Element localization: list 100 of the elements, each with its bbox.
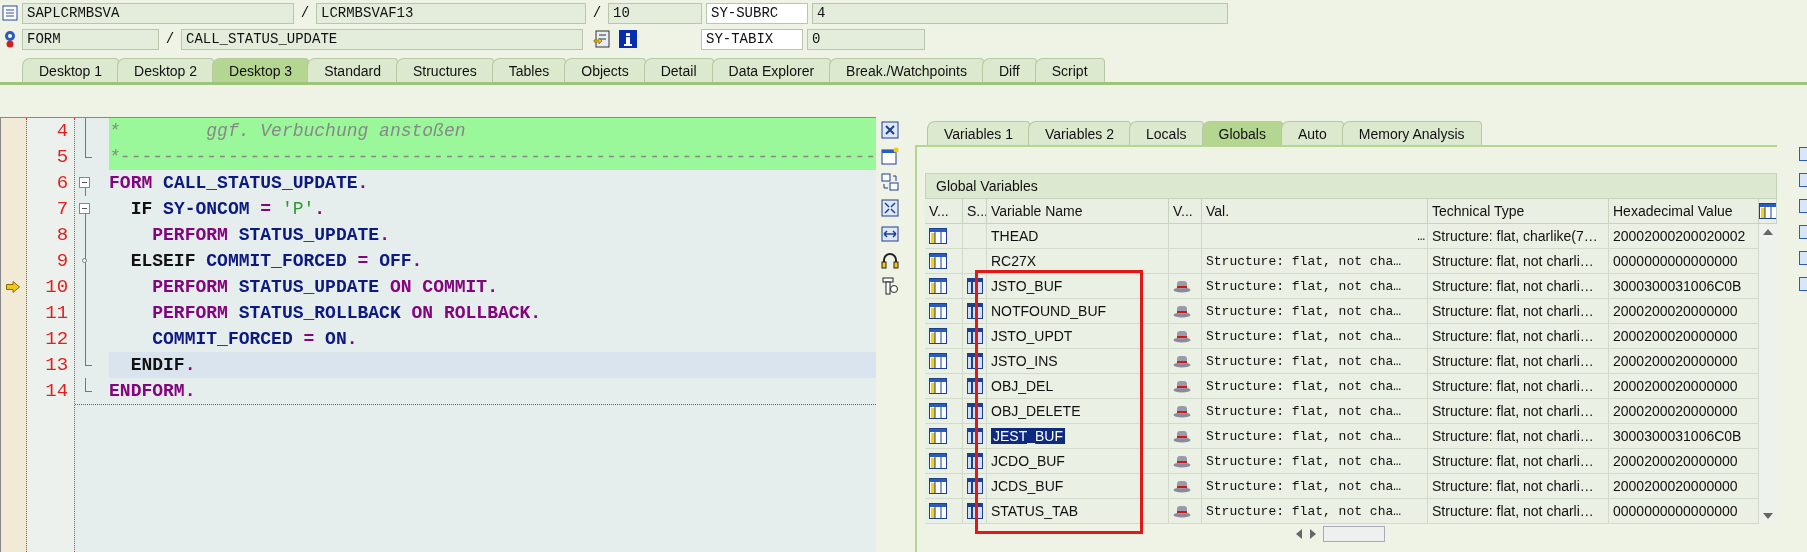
table-cell: Structure: flat, not charli… [1428, 324, 1609, 349]
variable-name[interactable]: JEST_BUF [991, 428, 1065, 444]
line-number: 12 [44, 327, 70, 352]
scroll-down-icon[interactable] [1762, 512, 1774, 520]
line-number: 10 [44, 275, 70, 300]
table-icon [929, 353, 947, 369]
table-icon [929, 228, 947, 244]
tab[interactable]: Auto [1280, 121, 1344, 145]
code-line: COMMIT_FORCED = ON. [151, 328, 359, 351]
tab[interactable]: Detail [643, 58, 714, 82]
toolbar-icon[interactable] [1799, 147, 1807, 161]
table-cell: 2000200020000000 [1609, 324, 1759, 349]
line-number: 11 [44, 301, 70, 326]
scroll-up-icon[interactable] [1762, 228, 1774, 236]
close-icon[interactable] [880, 121, 899, 139]
line-field: 10 [608, 2, 702, 24]
code-line: FORM CALL_STATUS_UPDATE. [109, 172, 370, 195]
headset-icon[interactable] [880, 251, 899, 269]
column-header[interactable]: Hexadecimal Value [1609, 199, 1759, 224]
vertical-scrollbar[interactable] [1759, 224, 1777, 524]
new-window-icon[interactable] [880, 147, 899, 165]
table-cell: Structure: flat, not cha… [1202, 449, 1428, 474]
variable-name[interactable]: THEAD [991, 228, 1039, 244]
program-icon [2, 5, 18, 21]
system-field-value: 4 [812, 2, 1228, 24]
table-icon [929, 278, 947, 294]
table-cell: Structure: flat, not charli… [1428, 474, 1609, 499]
system-field-value: 0 [807, 28, 925, 50]
tab[interactable]: Variables 1 [927, 121, 1030, 145]
line-number: 8 [55, 223, 70, 248]
column-header[interactable]: Val. [1202, 199, 1428, 224]
column-header[interactable]: V... [1169, 199, 1202, 224]
tab[interactable]: Diff [982, 58, 1037, 82]
table-icon [929, 403, 947, 419]
program-field: SAPLCRMBSVA [22, 2, 294, 24]
table-icon [929, 253, 947, 269]
variable-name[interactable]: RC27X [991, 253, 1037, 269]
tab[interactable]: Structures [395, 58, 494, 82]
tab[interactable]: Variables 2 [1028, 121, 1132, 145]
toolbar-icon[interactable] [1799, 173, 1807, 187]
table-icon [929, 503, 947, 519]
width-icon[interactable] [880, 225, 899, 243]
swap-icon[interactable] [880, 173, 899, 191]
fit-icon[interactable] [880, 199, 899, 217]
tool-icon[interactable] [880, 277, 899, 295]
tab[interactable]: Data Explorer [711, 58, 832, 82]
table-icon [929, 303, 947, 319]
info-icon[interactable] [619, 30, 637, 48]
code-line: IF SY-ONCOM = 'P'. [129, 198, 327, 221]
column-header[interactable]: Technical Type [1428, 199, 1609, 224]
table-cell: Structure: flat, not cha… [1202, 424, 1428, 449]
fold-toggle[interactable] [79, 177, 91, 188]
tab[interactable]: Objects [564, 58, 646, 82]
fold-toggle[interactable] [79, 203, 91, 214]
table-cell: Structure: flat, not cha… [1202, 499, 1428, 524]
scrollbar-thumb[interactable] [1323, 526, 1385, 542]
table-cell: 2000200020000000 [1609, 449, 1759, 474]
column-header[interactable]: S... [963, 199, 987, 224]
line-number: 7 [55, 197, 70, 222]
column-header[interactable]: V... [925, 199, 963, 224]
table-cell: Structure: flat, not charli… [1428, 449, 1609, 474]
table-icon [929, 428, 947, 444]
tab[interactable]: Break./Watchpoints [829, 58, 984, 82]
tab[interactable]: Desktop 1 [22, 58, 120, 82]
toolbar-icon[interactable] [1799, 225, 1807, 239]
table-cell: 3000300031006C0B [1609, 424, 1759, 449]
tab[interactable]: Desktop 3 [212, 58, 310, 82]
tab[interactable]: Standard [307, 58, 398, 82]
table-cell: 2000200020000000 [1609, 399, 1759, 424]
tab[interactable]: Desktop 2 [117, 58, 215, 82]
tab[interactable]: Script [1034, 58, 1105, 82]
table-title: Global Variables [925, 173, 1777, 199]
tab[interactable]: Globals [1201, 121, 1283, 145]
table-cell: 2000200020000000 [1609, 474, 1759, 499]
tab[interactable]: Tables [491, 58, 567, 82]
scroll-left-icon[interactable] [1295, 528, 1303, 540]
tab[interactable]: Locals [1129, 121, 1204, 145]
code-line: ELSEIF COMMIT_FORCED = OFF. [129, 250, 424, 273]
line-number: 4 [55, 119, 70, 144]
separator: / [164, 31, 176, 47]
column-header[interactable]: Variable Name [987, 199, 1169, 224]
code-comment: * ggf. Verbuchung anstoßen [109, 118, 876, 144]
include-field: LCRMBSVAF13 [316, 2, 586, 24]
code-line: PERFORM STATUS_ROLLBACK ON ROLLBACK. [151, 302, 543, 325]
separator: / [591, 5, 603, 21]
line-number: 9 [55, 249, 70, 274]
scroll-right-icon[interactable] [1309, 528, 1317, 540]
table-cell: 2000200020000000 [1609, 299, 1759, 324]
table-cell: Structure: flat, charlike(7… [1428, 224, 1609, 249]
table-cell: Structure: flat, not cha… [1202, 399, 1428, 424]
toolbar-icon[interactable] [1799, 277, 1807, 291]
table-cell: Structure: flat, not cha… [1202, 274, 1428, 299]
tab[interactable]: Memory Analysis [1341, 121, 1482, 145]
toolbar-icon[interactable] [1799, 199, 1807, 213]
table-cell: Structure: flat, not charli… [1428, 274, 1609, 299]
table-cell: 0000000000000000 [1609, 249, 1759, 274]
event-name-field: CALL_STATUS_UPDATE [181, 28, 583, 50]
toolbar-icon[interactable] [1799, 251, 1807, 265]
table-cell: Structure: flat, not charli… [1428, 299, 1609, 324]
document-icon[interactable] [593, 30, 611, 48]
